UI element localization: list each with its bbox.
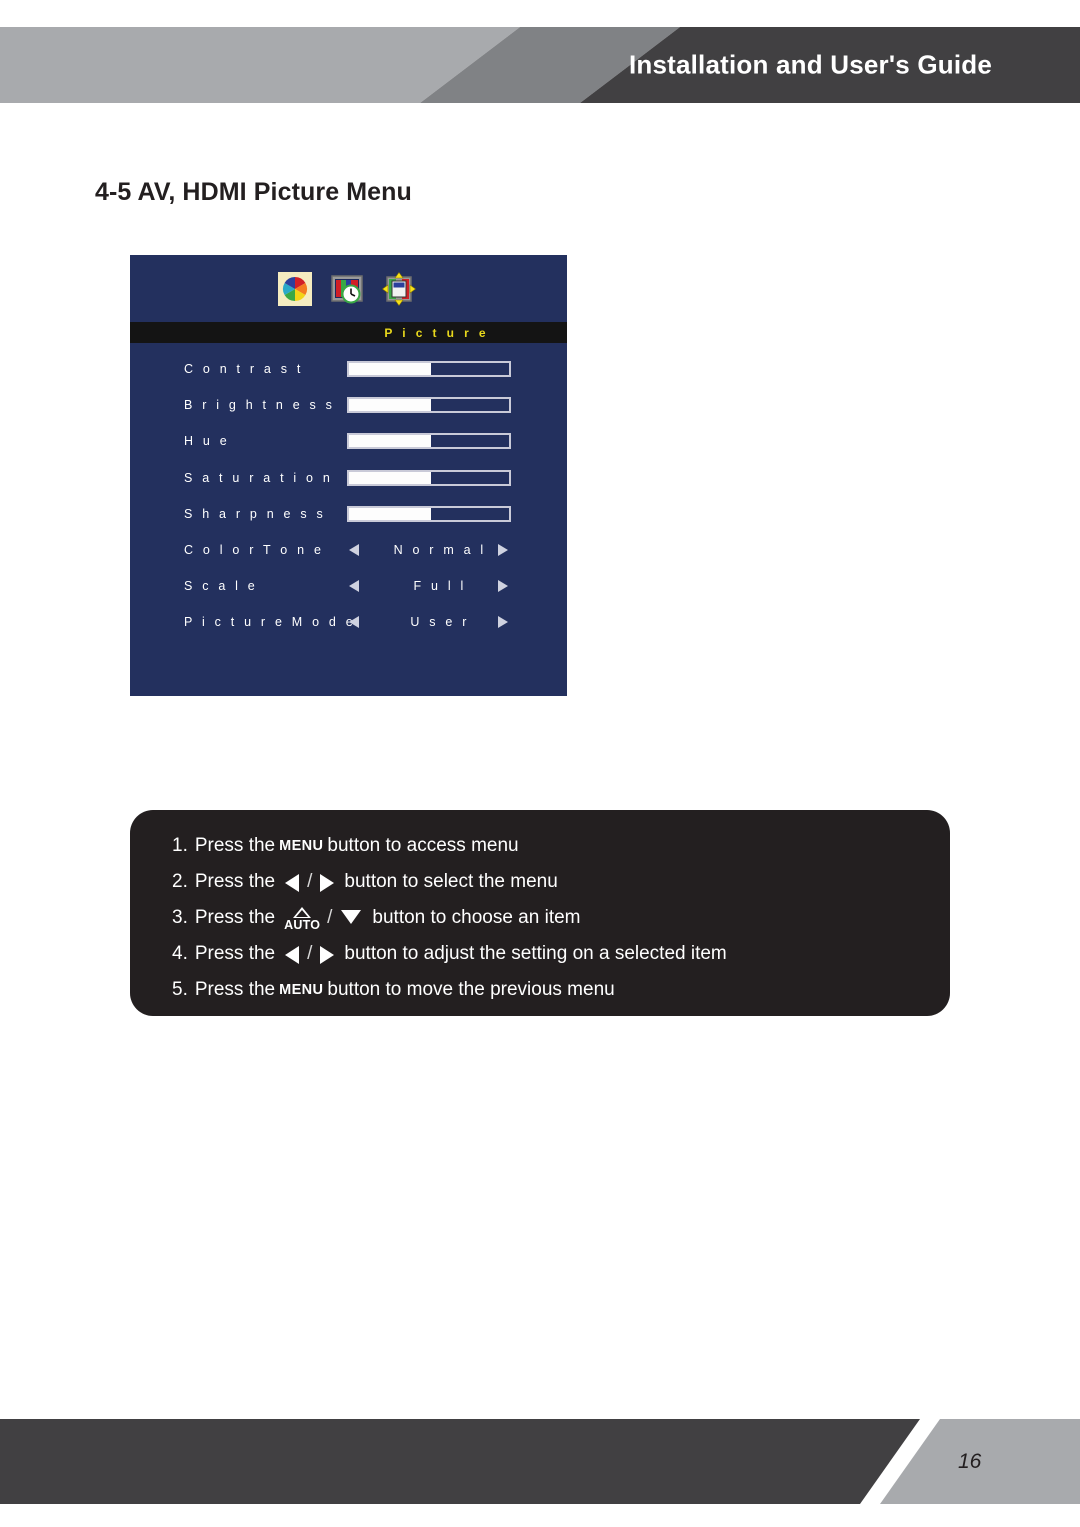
osd-slider-fill — [349, 399, 433, 412]
arrow-up-icon — [293, 906, 312, 918]
osd-rows: C o n t r a s t B r i g h t n e s s H u … — [130, 351, 567, 641]
osd-slider-saturation[interactable] — [347, 469, 511, 486]
menu-button-icon: MENU — [279, 838, 324, 854]
page-header: Installation and User's Guide — [0, 27, 1080, 103]
osd-label-brightness: B r i g h t n e s s — [184, 398, 336, 413]
osd-slider-contrast[interactable] — [347, 361, 511, 378]
osd-row-color-tone[interactable]: C o l o r T o n e N o r m a l — [130, 532, 567, 568]
footer-banner-shape — [0, 1419, 1080, 1504]
osd-row-scale[interactable]: S c a l e F u l l — [130, 568, 567, 604]
step-number: 3. — [172, 907, 188, 928]
arrow-right-icon[interactable] — [498, 580, 508, 593]
osd-row-brightness[interactable]: B r i g h t n e s s — [130, 387, 567, 423]
arrow-left-icon[interactable] — [349, 580, 359, 593]
step-prefix: Press the — [194, 835, 276, 856]
step-suffix: button to select the menu — [344, 871, 558, 892]
instruction-step-5: 5. Press the MENU button to move the pre… — [172, 972, 950, 1008]
step-prefix: Press the — [194, 907, 276, 928]
auto-label: AUTO — [284, 917, 321, 932]
osd-row-sharpness[interactable]: S h a r p n e s s — [130, 496, 567, 532]
arrow-left-icon[interactable] — [349, 616, 359, 629]
header-title: Installation and User's Guide — [628, 49, 992, 80]
step-suffix: button to adjust the setting on a select… — [344, 943, 727, 964]
osd-slider-fill — [349, 435, 433, 448]
osd-slider-fill — [349, 471, 433, 484]
step-prefix: Press the — [194, 943, 276, 964]
menu-button-icon: MENU — [279, 982, 324, 998]
osd-value-color-tone: N o r m a l — [393, 543, 487, 558]
arrow-right-icon[interactable] — [498, 544, 508, 557]
arrow-down-icon — [341, 910, 362, 924]
osd-row-contrast[interactable]: C o n t r a s t — [130, 351, 567, 387]
arrow-right-icon — [320, 946, 335, 964]
osd-slider-fill — [349, 363, 433, 376]
osd-slider-fill — [349, 507, 433, 520]
step-prefix: Press the — [194, 871, 276, 892]
step-number: 4. — [172, 943, 188, 964]
step-suffix: button to move the previous menu — [327, 979, 615, 1000]
instruction-step-4: 4. Press the / button to adjust the sett… — [172, 936, 950, 972]
osd-row-picture-mode[interactable]: P i c t u r e M o d e U s e r — [130, 604, 567, 640]
osd-label-saturation: S a t u r a t i o n — [184, 470, 334, 485]
osd-label-contrast: C o n t r a s t — [184, 362, 304, 377]
instruction-step-3: 3. Press the AUTO / button to choose an … — [172, 900, 950, 936]
osd-label-scale: S c a l e — [184, 579, 258, 594]
auto-up-arrow-icon: AUTO — [284, 906, 321, 932]
step-suffix: button to choose an item — [372, 907, 581, 928]
osd-label-sharpness: S h a r p n e s s — [184, 506, 326, 521]
osd-label-picture-mode: P i c t u r e M o d e — [184, 615, 356, 630]
osd-value-scale: F u l l — [413, 579, 467, 594]
osd-label-color-tone: C o l o r T o n e — [184, 543, 325, 558]
page-title: 4-5 AV, HDMI Picture Menu — [95, 178, 412, 206]
page-footer: 16 — [0, 1419, 1080, 1504]
osd-title-bar: P i c t u r e — [130, 322, 567, 343]
osd-row-hue[interactable]: H u e — [130, 423, 567, 459]
arrow-left-icon — [285, 946, 300, 964]
osd-title: P i c t u r e — [384, 325, 489, 340]
instruction-step-2: 2. Press the / button to select the menu — [172, 864, 950, 900]
arrow-left-icon — [285, 874, 300, 892]
screen-position-icon[interactable] — [382, 271, 416, 306]
separator: / — [307, 943, 313, 964]
page-number: 16 — [958, 1449, 982, 1473]
step-suffix: button to access menu — [327, 835, 519, 856]
arrow-right-icon[interactable] — [498, 616, 508, 629]
instruction-box: 1. Press the MENU button to access menu … — [130, 810, 950, 1016]
osd-label-hue: H u e — [184, 434, 230, 449]
osd-slider-hue[interactable] — [347, 433, 511, 450]
osd-slider-brightness[interactable] — [347, 397, 511, 414]
step-number: 5. — [172, 979, 188, 1000]
osd-picture-menu-panel: P i c t u r e C o n t r a s t B r i g h … — [130, 255, 567, 696]
osd-row-saturation[interactable]: S a t u r a t i o n — [130, 460, 567, 496]
osd-value-picture-mode: U s e r — [410, 615, 470, 630]
step-number: 2. — [172, 871, 188, 892]
arrow-right-icon — [320, 874, 335, 892]
step-number: 1. — [172, 835, 188, 856]
osd-icon-bar — [130, 255, 567, 322]
separator: / — [307, 871, 313, 892]
step-prefix: Press the — [194, 979, 276, 1000]
instruction-step-1: 1. Press the MENU button to access menu — [172, 828, 950, 864]
color-wheel-icon[interactable] — [278, 271, 312, 306]
osd-slider-sharpness[interactable] — [347, 505, 511, 522]
screen-clock-icon[interactable] — [330, 272, 364, 306]
separator: / — [327, 907, 333, 928]
arrow-left-icon[interactable] — [349, 544, 359, 557]
